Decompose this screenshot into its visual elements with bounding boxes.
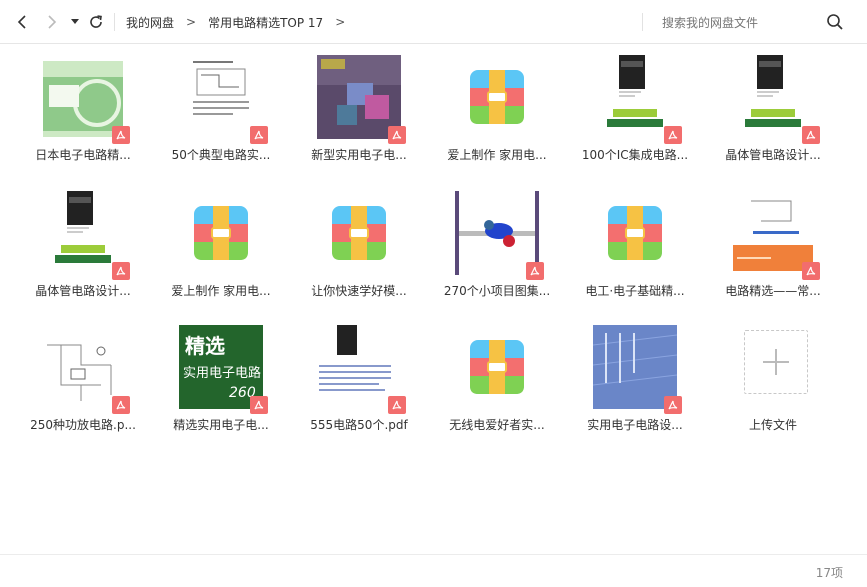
file-name: 电路精选——常... [725, 284, 821, 298]
file-item[interactable]: 250种功放电路.p... [14, 314, 152, 438]
file-name: 让你快速学好模... [311, 284, 407, 298]
file-name: 50个典型电路实... [171, 148, 271, 162]
breadcrumb-separator: > [186, 15, 197, 29]
pdf-badge [526, 262, 544, 280]
file-name: 日本电子电路精... [35, 148, 131, 162]
file-item[interactable]: 电路精选——常... [704, 180, 842, 304]
plus-icon [763, 349, 789, 375]
file-name: 爱上制作 家用电... [447, 148, 547, 162]
file-thumbnail [593, 191, 677, 275]
svg-text:精选: 精选 [185, 334, 225, 358]
refresh-button[interactable] [86, 10, 106, 34]
breadcrumb-root[interactable]: 我的网盘 [126, 14, 174, 31]
file-item[interactable]: 电工·电子基础精... [566, 180, 704, 304]
file-name: 新型实用电子电... [311, 148, 407, 162]
caret-down-icon [71, 19, 79, 24]
file-name: 250种功放电路.p... [30, 418, 136, 432]
file-thumbnail [455, 55, 539, 139]
file-item[interactable]: 100个IC集成电路... [566, 44, 704, 168]
pdf-badge [112, 126, 130, 144]
item-count: 17项 [815, 566, 843, 580]
pdf-badge [250, 396, 268, 414]
chevron-left-icon [17, 15, 26, 29]
file-name: 上传文件 [748, 418, 797, 432]
pdf-icon [254, 130, 264, 140]
archive-icon [194, 206, 248, 260]
file-item[interactable]: 精选 实用电子电路 260 精选实用电子电... [152, 314, 290, 438]
file-name: 晶体管电路设计... [35, 284, 131, 298]
file-item[interactable]: 新型实用电子电... [290, 44, 428, 168]
pdf-icon [530, 266, 540, 276]
search-input[interactable] [660, 0, 834, 46]
forward-button[interactable] [42, 10, 62, 34]
refresh-icon [90, 15, 102, 28]
file-item[interactable]: 爱上制作 家用电... [428, 44, 566, 168]
pdf-badge [802, 126, 820, 144]
status-bar: 17项 [0, 554, 867, 587]
pdf-icon [116, 130, 126, 140]
archive-icon [332, 206, 386, 260]
file-name: 无线电爱好者实... [449, 418, 545, 432]
archive-icon [470, 340, 524, 394]
pdf-badge [664, 126, 682, 144]
pdf-icon [806, 130, 816, 140]
search-icon [827, 14, 843, 30]
file-item[interactable]: 爱上制作 家用电... [152, 180, 290, 304]
file-item[interactable]: 实用电子电路设... [566, 314, 704, 438]
file-name: 实用电子电路设... [587, 418, 683, 432]
upload-file-button[interactable]: 上传文件 [704, 314, 842, 438]
file-item[interactable]: 晶体管电路设计... [14, 180, 152, 304]
back-button[interactable] [12, 10, 32, 34]
pdf-badge [112, 262, 130, 280]
file-name: 爱上制作 家用电... [171, 284, 271, 298]
pdf-icon [668, 400, 678, 410]
pdf-badge [664, 396, 682, 414]
pdf-icon [116, 266, 126, 276]
file-item[interactable]: 让你快速学好模... [290, 180, 428, 304]
file-name: 100个IC集成电路... [581, 148, 689, 162]
file-name: 555电路50个.pdf [310, 418, 408, 432]
file-thumbnail [455, 325, 539, 409]
archive-icon [470, 70, 524, 124]
pdf-badge [250, 126, 268, 144]
file-item[interactable]: 日本电子电路精... [14, 44, 152, 168]
file-thumbnail [179, 191, 263, 275]
file-thumbnail [317, 191, 401, 275]
pdf-badge [388, 126, 406, 144]
upload-box[interactable] [744, 330, 808, 394]
divider [642, 13, 643, 31]
file-item[interactable]: 晶体管电路设计... [704, 44, 842, 168]
pdf-badge [112, 396, 130, 414]
file-name: 电工·电子基础精... [585, 284, 685, 298]
file-item[interactable]: 50个典型电路实... [152, 44, 290, 168]
breadcrumb: 我的网盘 > 常用电路精选TOP 17 > [126, 0, 357, 44]
file-item[interactable]: 555电路50个.pdf [290, 314, 428, 438]
pdf-icon [254, 400, 264, 410]
svg-text:实用电子电路: 实用电子电路 [183, 365, 261, 381]
file-item[interactable]: 无线电爱好者实... [428, 314, 566, 438]
file-name: 精选实用电子电... [173, 418, 269, 432]
pdf-icon [116, 400, 126, 410]
pdf-icon [392, 130, 402, 140]
file-name: 晶体管电路设计... [725, 148, 821, 162]
history-dropdown-button[interactable] [68, 10, 82, 34]
divider [114, 13, 115, 31]
pdf-icon [806, 266, 816, 276]
breadcrumb-current[interactable]: 常用电路精选TOP 17 [208, 14, 323, 31]
toolbar: 我的网盘 > 常用电路精选TOP 17 > [0, 0, 867, 46]
chevron-right-icon [48, 15, 57, 29]
pdf-icon [392, 400, 402, 410]
breadcrumb-separator: > [335, 15, 346, 29]
file-item[interactable]: 270个小项目图集... [428, 180, 566, 304]
pdf-badge [802, 262, 820, 280]
search-button[interactable] [826, 13, 846, 33]
pdf-icon [668, 130, 678, 140]
pdf-badge [388, 396, 406, 414]
file-name: 270个小项目图集... [443, 284, 551, 298]
archive-icon [608, 206, 662, 260]
